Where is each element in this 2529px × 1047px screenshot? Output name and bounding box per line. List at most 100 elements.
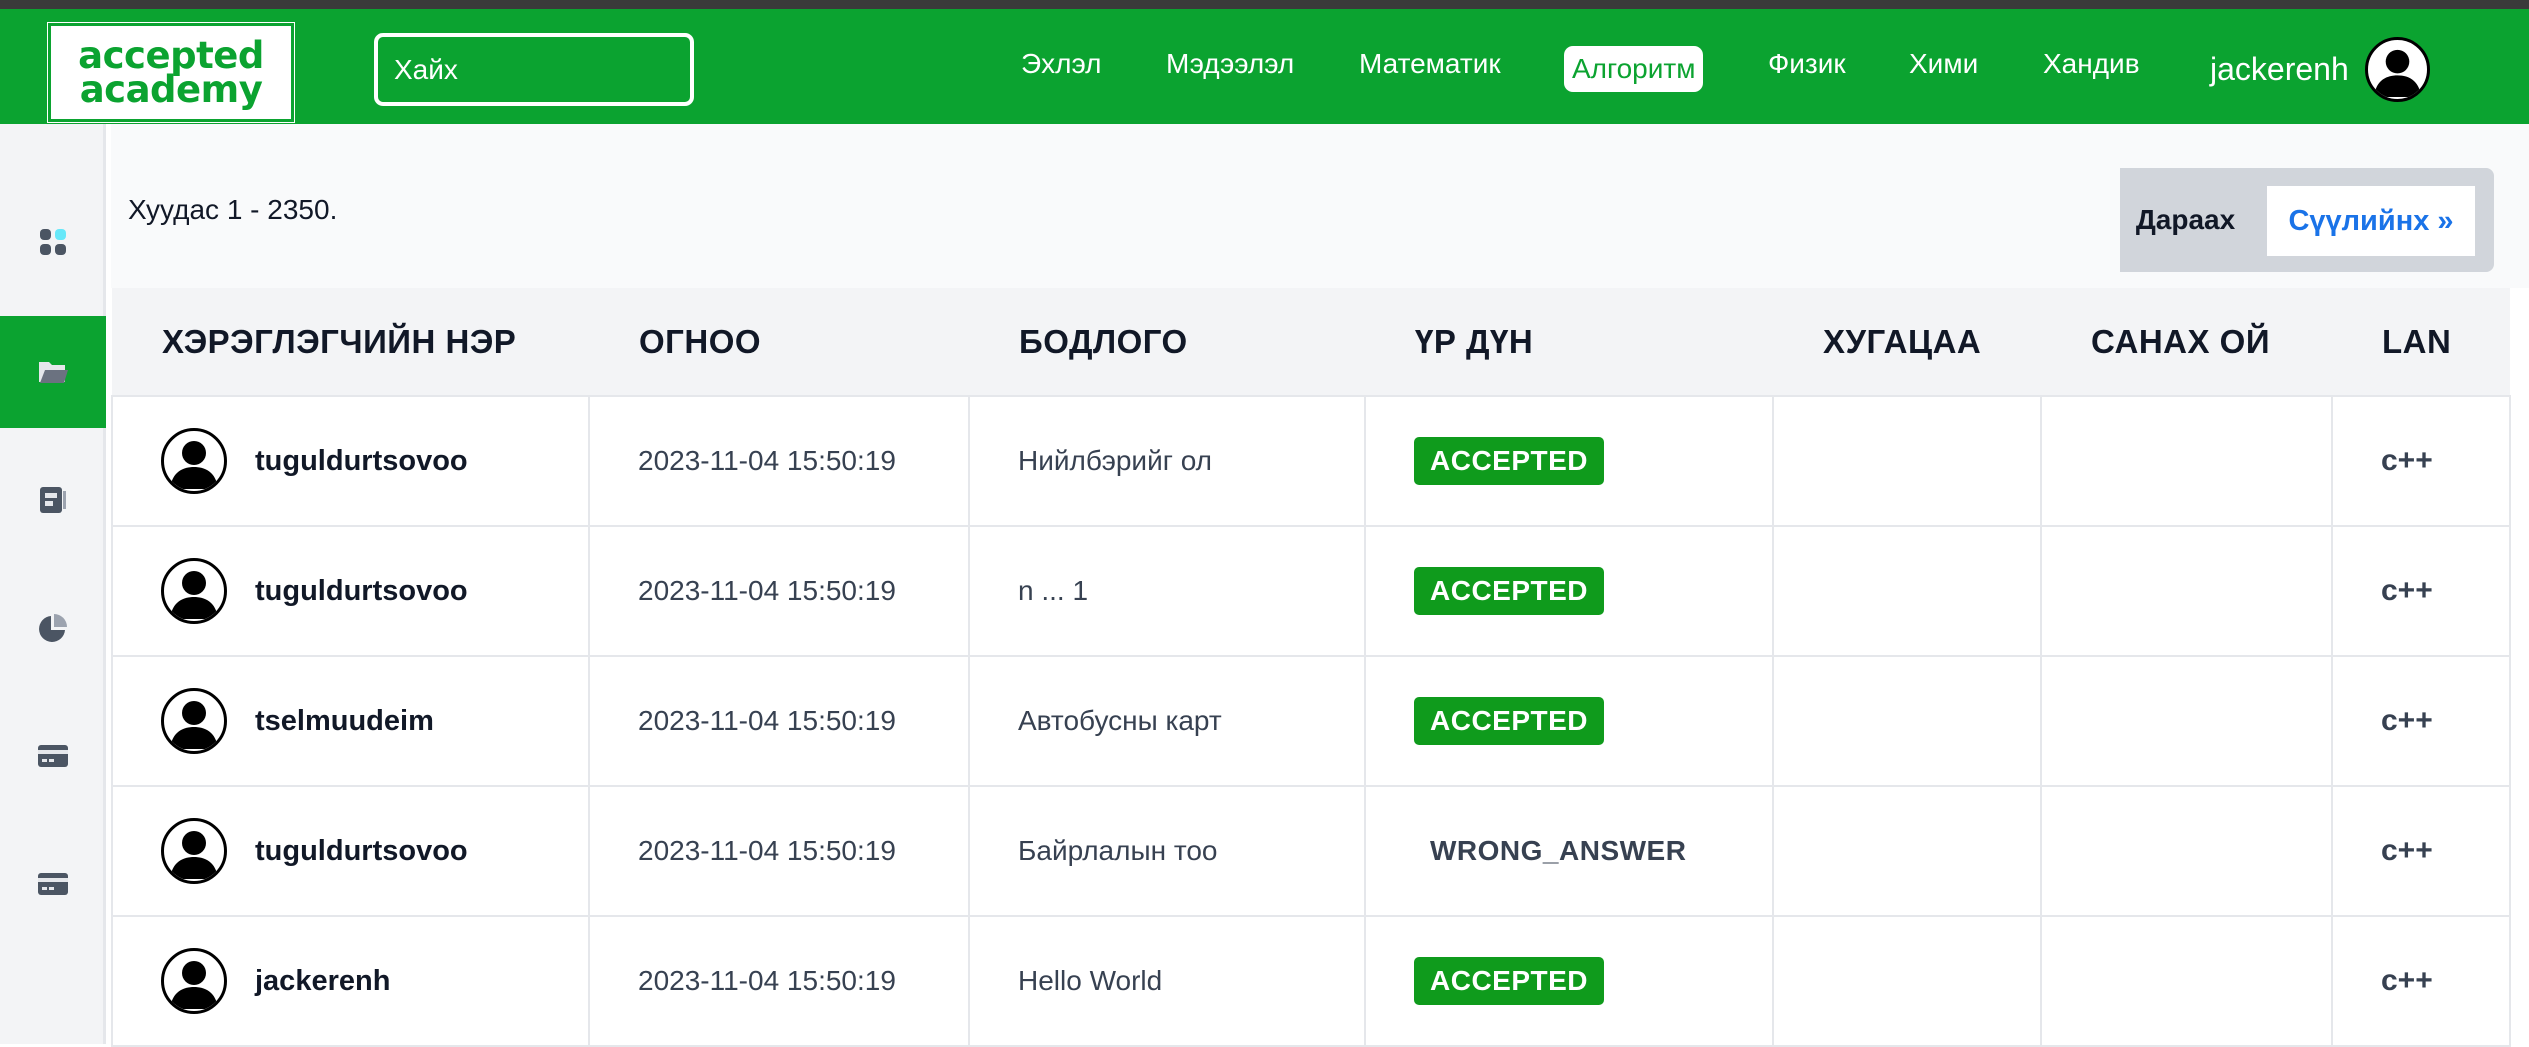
user-avatar[interactable] [2365,37,2430,102]
page-info: Хуудас 1 - 2350. [128,194,338,225]
next-page-button[interactable]: Дараах [2120,168,2251,272]
cell-lang: c++ [2331,785,2511,917]
user-icon [170,961,218,1009]
lang-label: c++ [2381,964,2433,997]
cell-memory [2040,395,2333,527]
table-row[interactable]: tuguldurtsovoo 2023-11-04 15:50:19 Нийлбэр… [111,395,2511,527]
last-page-button[interactable]: Сүүлийнх » [2267,186,2475,256]
nav-math[interactable]: Математик [1359,47,1501,81]
avatar[interactable] [161,428,227,494]
table-row[interactable]: tuguldurtsovoo 2023-11-04 15:50:19 n ... 1… [111,525,2511,657]
card-icon [38,745,68,767]
cell-time [1772,785,2042,917]
col-header-date[interactable]: ОГНОО [589,288,969,396]
pie-chart-icon [39,614,67,642]
cell-problem[interactable]: Байрлалын тоо [968,785,1366,917]
pagination-bar: Хуудас 1 - 2350. Дараах Сүүлийнх » [111,124,2529,288]
cell-lang: c++ [2331,655,2511,787]
col-header-time[interactable]: ХУГАЦАА [1773,288,2041,396]
logo[interactable]: accepted academy [47,22,295,123]
sidebar-item-submissions[interactable] [0,316,106,428]
nav-donate[interactable]: Хандив [2043,47,2140,81]
cell-user: tselmuudeim [111,655,590,787]
search-input[interactable] [374,33,694,106]
cell-problem[interactable]: Hello World [968,915,1366,1047]
contacts-icon [40,487,66,513]
top-navbar: accepted academy Эхлэл Мэдээлэл Математи… [0,9,2529,124]
sidebar-item-dashboard[interactable] [0,186,106,298]
sidebar-item-contacts[interactable] [0,444,106,556]
user-icon [2373,49,2422,98]
cell-user: tuguldurtsovoo [111,525,590,657]
username-link[interactable]: tuguldurtsovoo [255,575,468,608]
nav-info[interactable]: Мэдээлэл [1166,47,1294,81]
sidebar-item-payments[interactable] [0,700,106,812]
cell-date: 2023-11-04 15:50:19 [588,525,970,657]
username-link[interactable]: jackerenh [255,965,390,998]
cell-user: tuguldurtsovoo [111,785,590,917]
cell-problem[interactable]: Автобусны карт [968,655,1366,787]
col-header-result[interactable]: ҮР ДҮН [1365,288,1773,396]
nav-physics[interactable]: Физик [1768,47,1846,81]
sidebar-item-billing[interactable] [0,828,106,940]
cell-result: WRONG_ANSWER [1364,785,1774,917]
col-header-user[interactable]: ХЭРЭГЛЭГЧИЙН НЭР [112,288,589,396]
col-header-problem[interactable]: БОДЛОГО [969,288,1365,396]
cell-memory [2040,915,2333,1047]
lang-label: c++ [2381,834,2433,867]
username-link[interactable]: tselmuudeim [255,705,434,738]
nav-home[interactable]: Эхлэл [1021,47,1101,81]
avatar[interactable] [161,558,227,624]
cell-memory [2040,785,2333,917]
table-row[interactable]: tuguldurtsovoo 2023-11-04 15:50:19 Байрлал… [111,785,2511,917]
lang-label: c++ [2381,574,2433,607]
status-badge: ACCEPTED [1414,957,1605,1005]
table-row[interactable]: tselmuudeim 2023-11-04 15:50:19 Автобусны … [111,655,2511,787]
last-page-wrapper: Сүүлийнх » [2251,168,2494,272]
lang-label: c++ [2381,444,2433,477]
cell-time [1772,655,2042,787]
avatar[interactable] [161,948,227,1014]
cell-date: 2023-11-04 15:50:19 [588,785,970,917]
status-badge: ACCEPTED [1414,697,1605,745]
cell-date: 2023-11-04 15:50:19 [588,655,970,787]
cell-problem[interactable]: Нийлбэрийг ол [968,395,1366,527]
cell-result: ACCEPTED [1364,395,1774,527]
cell-lang: c++ [2331,915,2511,1047]
cell-date: 2023-11-04 15:50:19 [588,395,970,527]
status-badge: ACCEPTED [1414,567,1605,615]
col-header-memory[interactable]: САНАХ ОЙ [2041,288,2332,396]
avatar[interactable] [161,688,227,754]
status-badge: WRONG_ANSWER [1430,835,1687,866]
lang-label: c++ [2381,704,2433,737]
status-badge: ACCEPTED [1414,437,1605,485]
user-icon [170,701,218,749]
cell-time [1772,915,2042,1047]
cell-lang: c++ [2331,525,2511,657]
main-content: Хуудас 1 - 2350. Дараах Сүүлийнх » ХЭРЭГ… [111,124,2529,1047]
username[interactable]: jackerenh [2210,49,2349,89]
cell-problem[interactable]: n ... 1 [968,525,1366,657]
table-header-row: ХЭРЭГЛЭГЧИЙН НЭР ОГНОО БОДЛОГО ҮР ДҮН ХУ… [112,288,2510,396]
col-header-lang[interactable]: LAN [2332,288,2510,396]
user-icon [170,441,218,489]
dashboard-icon [40,229,66,255]
nav-algorithm[interactable]: Алгоритм [1564,46,1704,92]
cell-time [1772,395,2042,527]
table-row[interactable]: jackerenh 2023-11-04 15:50:19 Hello World A… [111,915,2511,1047]
cell-time [1772,525,2042,657]
card-icon [38,873,68,895]
username-link[interactable]: tuguldurtsovoo [255,445,468,478]
cell-result: ACCEPTED [1364,655,1774,787]
avatar[interactable] [161,818,227,884]
nav-chemistry[interactable]: Хими [1909,47,1978,81]
sidebar-item-stats[interactable] [0,572,106,684]
folder-icon [39,362,68,383]
sidebar [0,124,106,1044]
user-icon [170,571,218,619]
user-icon [170,831,218,879]
username-link[interactable]: tuguldurtsovoo [255,835,468,868]
cell-user: tuguldurtsovoo [111,395,590,527]
submissions-table: ХЭРЭГЛЭГЧИЙН НЭР ОГНОО БОДЛОГО ҮР ДҮН ХУ… [111,288,2511,1047]
cell-result: ACCEPTED [1364,525,1774,657]
